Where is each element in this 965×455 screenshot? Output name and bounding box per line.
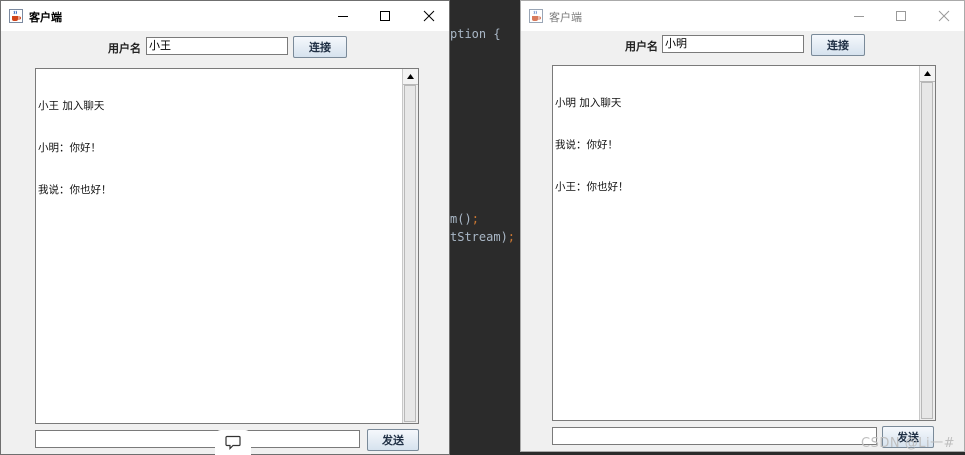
scroll-up-button[interactable] [403,69,418,85]
send-button[interactable]: 发送 [367,429,419,451]
java-cup-icon [9,9,23,23]
minimize-button[interactable] [837,1,881,31]
message-input[interactable] [552,427,877,445]
username-input[interactable]: 小明 [662,35,804,53]
message-input[interactable] [35,430,360,448]
chat-message: 我说：你也好！ [38,184,112,196]
scroll-up-button[interactable] [920,66,935,82]
minimize-icon [854,16,864,17]
username-label: 用户名 [108,42,141,55]
chat-message: 小王：你也好！ [555,181,629,193]
scrollbar-thumb[interactable] [921,82,933,419]
chat-history-area[interactable]: 小明 加入聊天 我说：你好！ 小王：你也好！ [552,65,936,421]
close-icon [938,10,950,22]
close-button[interactable] [407,1,451,31]
comment-bubble-icon [225,435,241,450]
background-code-editor: ption { m(); tStream); [450,0,520,455]
comment-button[interactable] [215,430,251,455]
java-cup-icon [529,9,543,23]
client-window-xiaoming: 客户端 用户名 小明 连接 小明 加入聊天 我说：你好！ 小王：你也好！ 发送 [520,0,965,452]
chat-message: 小明：你好！ [38,142,101,154]
scrollbar-thumb[interactable] [404,85,416,422]
chat-message: 小明 加入聊天 [555,97,622,109]
maximize-button[interactable] [363,1,407,31]
watermark: CSDN @Li一# [861,436,955,451]
maximize-icon [896,11,906,21]
scroll-up-arrow-icon [407,74,414,79]
vertical-scrollbar[interactable] [919,66,935,420]
window-title: 客户端 [549,11,582,24]
username-label: 用户名 [625,40,658,53]
close-icon [423,10,435,22]
close-button[interactable] [922,1,965,31]
scroll-up-arrow-icon [924,71,931,76]
chat-history-area[interactable]: 小王 加入聊天 小明：你好！ 我说：你也好！ [35,68,419,424]
maximize-icon [380,11,390,21]
window-title: 客户端 [29,11,62,24]
minimize-button[interactable] [321,1,365,31]
maximize-button[interactable] [879,1,923,31]
minimize-icon [338,16,348,17]
title-bar[interactable]: 客户端 [1,1,449,31]
chat-message: 我说：你好！ [555,139,618,151]
title-bar[interactable]: 客户端 [521,1,964,31]
client-window-xiaowang: 客户端 用户名 小王 连接 小王 加入聊天 小明：你好！ 我说：你也好！ 发送 [0,0,450,455]
vertical-scrollbar[interactable] [402,69,418,423]
connect-button[interactable]: 连接 [293,36,347,58]
username-input[interactable]: 小王 [146,37,288,55]
chat-messages: 小明 加入聊天 我说：你好！ 小王：你也好！ [555,68,629,222]
connect-button[interactable]: 连接 [811,34,865,56]
chat-message: 小王 加入聊天 [38,100,105,112]
code-line: ption { [450,27,501,41]
code-line: m(); [450,212,479,226]
chat-messages: 小王 加入聊天 小明：你好！ 我说：你也好！ [38,71,112,225]
code-line: tStream); [450,230,516,244]
